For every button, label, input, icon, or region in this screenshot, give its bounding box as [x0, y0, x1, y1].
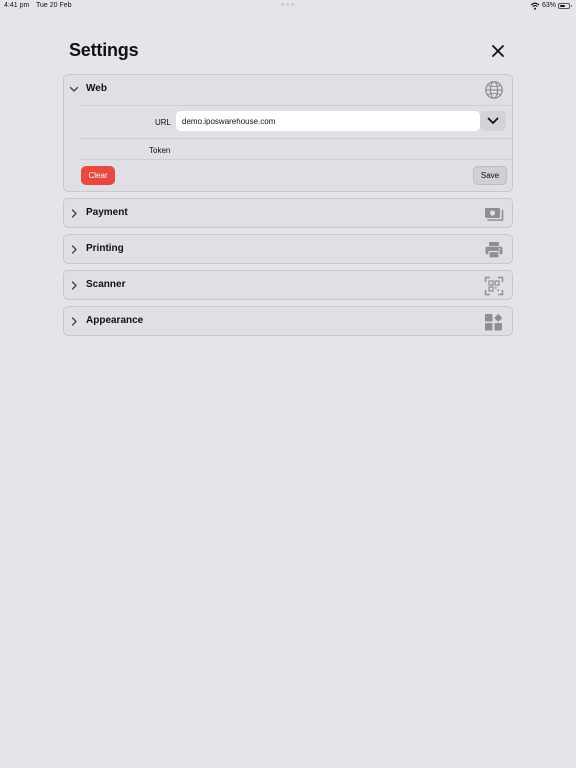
- token-input[interactable]: [176, 141, 510, 159]
- qr-scanner-icon: [484, 276, 504, 296]
- status-bar: 4:41 pm Tue 20 Feb 63%: [0, 0, 576, 12]
- chevron-right-icon: [71, 281, 77, 290]
- url-dropdown-button[interactable]: [480, 111, 506, 131]
- save-button[interactable]: Save: [473, 166, 507, 185]
- close-icon[interactable]: [488, 41, 508, 61]
- chevron-right-icon: [71, 317, 77, 326]
- battery-icon: [558, 3, 572, 9]
- cash-icon: [485, 208, 504, 221]
- section-scanner[interactable]: Scanner: [63, 270, 513, 300]
- url-label: URL: [155, 118, 172, 127]
- url-input[interactable]: [176, 111, 480, 131]
- section-appearance-header[interactable]: Appearance: [64, 307, 512, 337]
- widgets-icon: [485, 314, 503, 331]
- divider: [80, 138, 512, 139]
- printer-icon: [485, 242, 503, 259]
- page-title: Settings: [69, 40, 139, 60]
- wifi-icon: [530, 2, 540, 10]
- status-time: 4:41 pm: [4, 2, 30, 9]
- section-appearance-label: Appearance: [86, 315, 144, 326]
- section-payment[interactable]: Payment: [63, 198, 513, 228]
- section-web-header[interactable]: Web: [64, 75, 512, 105]
- clear-button[interactable]: Clear: [81, 166, 115, 185]
- multitasking-dots[interactable]: [281, 3, 295, 6]
- globe-icon: [485, 81, 503, 99]
- status-date: Tue 20 Feb: [36, 2, 72, 9]
- token-label: Token: [149, 146, 171, 155]
- section-web-label: Web: [86, 83, 107, 94]
- battery-percent: 63%: [542, 2, 557, 9]
- section-scanner-label: Scanner: [86, 279, 126, 290]
- chevron-down-icon: [487, 117, 499, 124]
- divider: [80, 159, 512, 160]
- section-payment-header[interactable]: Payment: [64, 199, 512, 229]
- section-payment-label: Payment: [86, 207, 128, 218]
- chevron-down-icon: [69, 86, 79, 92]
- chevron-right-icon: [71, 209, 77, 218]
- section-printing-label: Printing: [86, 243, 124, 254]
- section-appearance[interactable]: Appearance: [63, 306, 513, 336]
- section-printing[interactable]: Printing: [63, 234, 513, 264]
- section-web: Web URL Token Clear Save: [63, 74, 513, 192]
- section-printing-header[interactable]: Printing: [64, 235, 512, 265]
- divider: [80, 105, 512, 106]
- section-scanner-header[interactable]: Scanner: [64, 271, 512, 301]
- chevron-right-icon: [71, 245, 77, 254]
